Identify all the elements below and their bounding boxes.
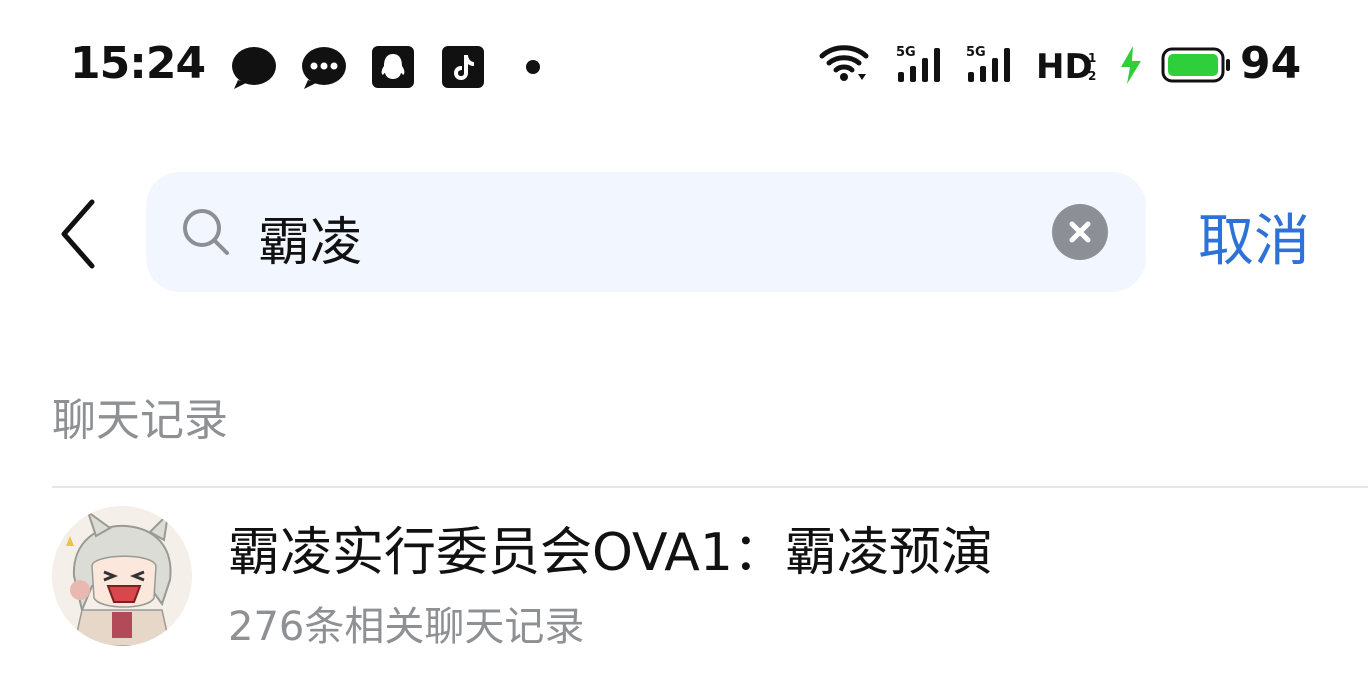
status-time: 15:24 [70, 38, 206, 89]
wifi-icon [819, 45, 869, 81]
clear-search-button[interactable] [1052, 204, 1108, 260]
tiktok-icon [442, 46, 484, 88]
search-icon [183, 209, 229, 255]
charging-bolt-icon [1121, 46, 1141, 84]
signal-5g-icon-1: 5G [896, 45, 940, 82]
anime-avatar-image [52, 506, 192, 646]
qq-penguin-icon [372, 46, 414, 88]
message-dots-icon [302, 47, 346, 89]
back-chevron-icon[interactable] [52, 196, 108, 272]
hd-voice-icon: HD 1 2 [1036, 47, 1096, 84]
search-bar[interactable]: 霸凌 [146, 172, 1146, 292]
close-icon [1069, 221, 1091, 243]
svg-text:HD: HD [1036, 47, 1093, 84]
battery-percent: 94 [1240, 38, 1302, 89]
search-input[interactable]: 霸凌 [258, 200, 362, 275]
status-bar: 15:24 5G 5G HD 1 2 94 [0, 0, 1368, 130]
svg-text:5G: 5G [896, 45, 916, 60]
divider [52, 486, 1368, 488]
battery-icon [1161, 47, 1230, 83]
chat-bubble-icon [232, 47, 276, 89]
svg-text:1: 1 [1088, 51, 1096, 65]
signal-5g-icon-2: 5G [966, 45, 1010, 82]
svg-text:5G: 5G [966, 45, 986, 60]
cancel-button[interactable]: 取消 [1198, 196, 1310, 277]
more-notifications-dot [526, 60, 540, 74]
result-subtitle: 276条相关聊天记录 [228, 604, 585, 650]
svg-text:2: 2 [1088, 69, 1096, 83]
section-title-chat-history: 聊天记录 [52, 395, 228, 446]
result-title: 霸凌实行委员会OVA1：霸凌预演 [228, 523, 993, 583]
avatar [52, 506, 192, 646]
